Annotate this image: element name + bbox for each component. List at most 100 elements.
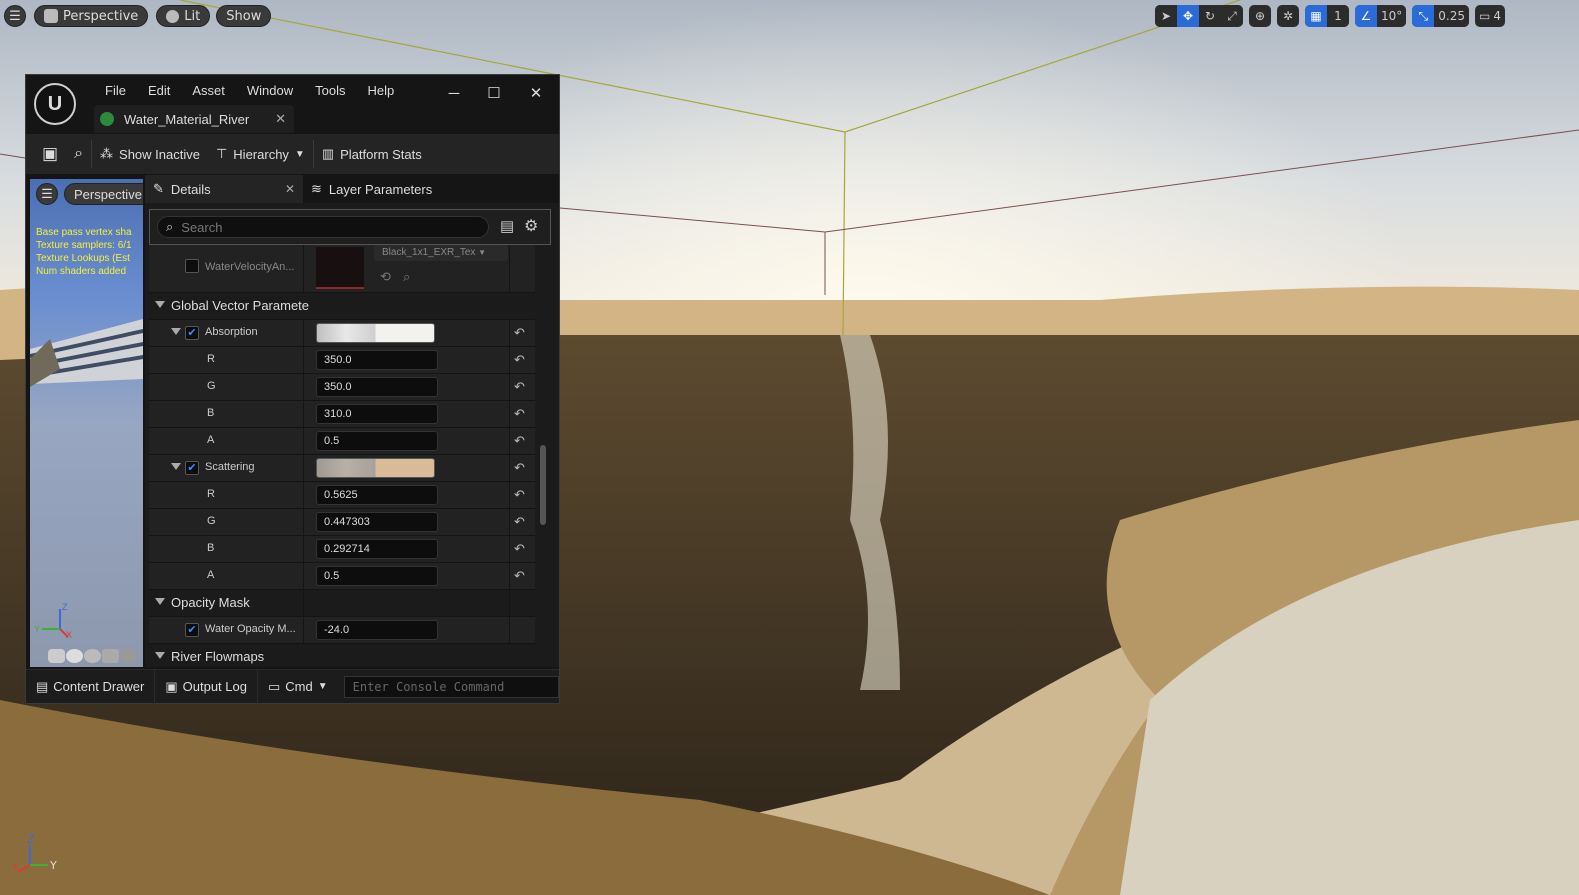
asset-tab[interactable]: Water_Material_River ✕	[94, 105, 294, 133]
chevron-down-icon: ▼	[294, 148, 305, 160]
scattering-r-field[interactable]: 0.5625	[316, 485, 438, 505]
absorption-checkbox[interactable]: ✔	[185, 326, 199, 340]
menu-window[interactable]: Window	[236, 81, 304, 100]
column-split	[509, 590, 510, 617]
details-scrollbar[interactable]	[540, 445, 546, 525]
content-drawer-button[interactable]: ▤ Content Drawer	[26, 669, 156, 704]
close-tab-icon[interactable]: ✕	[285, 182, 295, 196]
category-global-vector[interactable]: Global Vector Paramete	[149, 293, 535, 320]
texture-param-checkbox[interactable]	[185, 259, 199, 273]
opacity-param-checkbox[interactable]: ✔	[185, 623, 199, 637]
scattering-b-field[interactable]: 0.292714	[316, 539, 438, 559]
console-input[interactable]: Enter Console Command	[343, 675, 559, 698]
surface-snap-button[interactable]: ✲	[1277, 5, 1299, 27]
scale-snap-value[interactable]: 0.25	[1434, 5, 1469, 27]
perspective-button[interactable]: Perspective	[34, 5, 149, 27]
cmd-button[interactable]: ▭ Cmd ▼	[258, 670, 338, 704]
scattering-a-field[interactable]: 0.5	[316, 566, 438, 586]
opacity-value-field[interactable]: -24.0	[316, 620, 438, 640]
reset-icon[interactable]: ↶	[514, 379, 525, 395]
plane-icon[interactable]	[84, 649, 101, 663]
maximize-button[interactable]: ☐	[474, 79, 514, 107]
browse-asset-icon[interactable]: ⌕	[403, 269, 410, 285]
select-tool-button[interactable]: ➤	[1155, 5, 1177, 27]
table-view-icon[interactable]: ▤	[500, 217, 514, 235]
platform-stats-button[interactable]: ▥ Platform Stats	[314, 134, 430, 174]
drawer-icon: ▤	[36, 678, 49, 694]
grid-snap-value[interactable]: 1	[1327, 5, 1349, 27]
preview-viewport[interactable]: ☰ Perspective Base pass vertex sha Textu…	[30, 179, 143, 667]
close-tab-icon[interactable]: ✕	[275, 111, 286, 127]
reset-icon[interactable]: ↶	[514, 541, 525, 557]
reset-icon[interactable]: ↶	[514, 352, 525, 368]
menu-asset[interactable]: Asset	[181, 81, 236, 100]
absorption-r-field[interactable]: 350.0	[316, 350, 438, 370]
reset-icon[interactable]: ↶	[514, 325, 525, 341]
lit-button[interactable]: Lit	[156, 5, 211, 27]
teapot-icon[interactable]	[120, 649, 137, 663]
preview-axis-gizmo: Z X Y	[34, 602, 72, 639]
scattering-color-swatch[interactable]	[316, 458, 435, 478]
expand-triangle-icon[interactable]	[171, 328, 181, 335]
menu-edit[interactable]: Edit	[137, 81, 181, 100]
hierarchy-button[interactable]: ⊤ Hierarchy ▼	[208, 134, 313, 174]
camera-speed-button[interactable]: ▭ 4	[1475, 5, 1505, 27]
texture-thumbnail[interactable]	[316, 247, 364, 289]
search-input[interactable]: ⌕ Search	[157, 216, 489, 238]
rotate-tool-button[interactable]: ↻	[1199, 5, 1221, 27]
world-space-button[interactable]: ⊕	[1249, 5, 1271, 27]
scattering-checkbox[interactable]: ✔	[185, 461, 199, 475]
reset-icon[interactable]: ↶	[514, 487, 525, 503]
browse-button[interactable]: ⌕	[66, 134, 91, 174]
reset-icon[interactable]: ↶	[514, 514, 525, 530]
column-split	[509, 617, 510, 644]
scale-snap-toggle[interactable]: ⤡	[1412, 5, 1435, 27]
rotation-snap-value[interactable]: 10°	[1377, 5, 1407, 27]
browse-icon: ⌕	[74, 145, 84, 162]
editor-toolbar: ▣ ⌕ ⁂ Show Inactive ⊤ Hierarchy ▼ ▥ Plat…	[26, 134, 559, 174]
close-window-button[interactable]: ✕	[516, 79, 556, 107]
tab-details[interactable]: ✎ Details ✕	[145, 175, 303, 203]
nodes-icon: ⁂	[100, 146, 114, 161]
category-opacity-mask[interactable]: Opacity Mask	[149, 590, 535, 617]
reset-icon[interactable]: ↶	[514, 406, 525, 422]
preview-perspective-button[interactable]: Perspective	[64, 183, 143, 205]
show-inactive-button[interactable]: ⁂ Show Inactive	[92, 134, 208, 174]
rotation-snap-toggle[interactable]: ∠	[1355, 5, 1377, 27]
cube-icon[interactable]	[102, 649, 119, 663]
save-button[interactable]: ▣	[26, 134, 66, 174]
category-river-flowmaps[interactable]: River Flowmaps	[149, 644, 535, 665]
absorption-b-field[interactable]: 310.0	[316, 404, 438, 424]
minimize-button[interactable]: ─	[434, 79, 474, 107]
snap-icon: ✲	[1282, 9, 1294, 23]
scale-tool-button[interactable]: ⤢	[1221, 5, 1243, 27]
absorption-color-swatch[interactable]	[316, 323, 435, 343]
absorption-g-field[interactable]: 350.0	[316, 377, 438, 397]
angle-icon: ∠	[1360, 9, 1372, 23]
texture-picker[interactable]: Black_1x1_EXR_Tex ▼	[374, 245, 508, 261]
show-button[interactable]: Show	[216, 5, 272, 27]
tab-layer-parameters[interactable]: ≋ Layer Parameters	[303, 175, 440, 203]
use-asset-icon[interactable]: ⟲	[380, 269, 391, 285]
scattering-g-field[interactable]: 0.447303	[316, 512, 438, 532]
menu-file[interactable]: File	[94, 81, 137, 100]
output-log-button[interactable]: ▣ Output Log	[155, 669, 258, 704]
viewport-menu-button[interactable]: ☰	[4, 5, 26, 27]
expand-triangle-icon[interactable]	[171, 463, 181, 470]
column-split	[303, 347, 304, 374]
reset-icon[interactable]: ↶	[514, 568, 525, 584]
translate-tool-button[interactable]: ✥	[1177, 5, 1199, 27]
cylinder-icon[interactable]	[48, 649, 65, 663]
absorption-a-field[interactable]: 0.5	[316, 431, 438, 451]
perspective-label: Perspective	[63, 8, 139, 24]
reset-icon[interactable]: ↶	[514, 460, 525, 476]
gear-icon[interactable]: ⚙	[524, 216, 538, 236]
grid-snap-toggle[interactable]: ▦	[1305, 5, 1327, 27]
menu-help[interactable]: Help	[356, 81, 405, 100]
asset-tab-title: Water_Material_River	[124, 111, 250, 127]
sphere-icon[interactable]	[66, 649, 83, 663]
grid-icon: ▦	[1310, 9, 1322, 23]
preview-menu-button[interactable]: ☰	[36, 183, 58, 205]
menu-tools[interactable]: Tools	[304, 81, 356, 100]
reset-icon[interactable]: ↶	[514, 433, 525, 449]
